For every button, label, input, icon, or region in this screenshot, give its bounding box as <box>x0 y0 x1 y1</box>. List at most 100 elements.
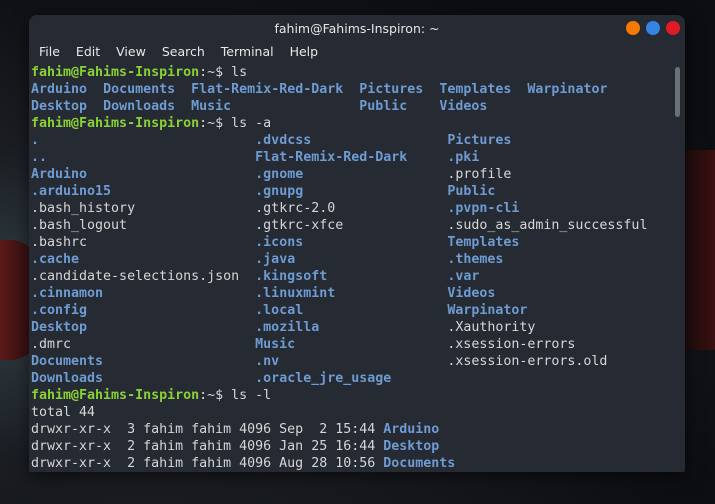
terminal-line: .dmrc Music .xsession-errors <box>31 336 671 353</box>
directory-name: Videos <box>439 99 488 114</box>
directory-name: Arduino <box>31 82 88 97</box>
terminal-line: fahim@Fahims-Inspiron:~$ ls -l <box>31 387 671 404</box>
directory-name: .cinnamon <box>31 286 104 301</box>
output-text: :~$ ls <box>199 65 248 80</box>
terminal-line: Desktop Downloads Music Public Videos <box>31 98 671 115</box>
output-text: total 44 <box>31 405 96 420</box>
menu-file[interactable]: File <box>38 41 68 62</box>
directory-name: .gnupg <box>255 184 304 199</box>
directory-name: Public <box>447 184 496 199</box>
terminal-line: .. Flat-Remix-Red-Dark .pki <box>31 149 671 166</box>
directory-name: Pictures <box>359 82 424 97</box>
prompt: fahim@Fahims-Inspiron <box>31 116 200 131</box>
output-text: .xsession-errors <box>447 337 576 352</box>
terminal-line: fahim@Fahims-Inspiron:~$ ls -a <box>31 115 671 132</box>
terminal-line: . .dvdcss Pictures <box>31 132 671 149</box>
terminal-line: Downloads .oracle_jre_usage <box>31 370 671 387</box>
directory-name: .icons <box>255 235 304 250</box>
close-button[interactable] <box>666 21 680 35</box>
terminal-line: total 44 <box>31 404 671 421</box>
menu-terminal[interactable]: Terminal <box>220 41 282 62</box>
output-text: :~$ ls -a <box>199 116 272 131</box>
directory-name: .dvdcss <box>255 133 312 148</box>
directory-name: .var <box>447 269 480 284</box>
terminal-line: .bash_logout .gtkrc-xfce .sudo_as_admin_… <box>31 217 671 234</box>
directory-name: Warpinator <box>527 82 608 97</box>
output-text: .profile <box>447 167 512 182</box>
directory-name: Videos <box>447 286 496 301</box>
directory-name: .themes <box>447 252 504 267</box>
terminal-line: .candidate-selections.json .kingsoft .va… <box>31 268 671 285</box>
terminal-output[interactable]: fahim@Fahims-Inspiron:~$ ls Arduino Docum… <box>31 64 671 472</box>
terminal-line: .bash_history .gtkrc-2.0 .pvpn-cli <box>31 200 671 217</box>
terminal-line: .cache .java .themes <box>31 251 671 268</box>
output-text: .Xauthority <box>447 320 536 335</box>
directory-name: .gnome <box>255 167 304 182</box>
directory-name: .kingsoft <box>255 269 328 284</box>
output-text: .candidate-selections.json <box>31 269 240 284</box>
directory-name: Flat-Remix-Red-Dark <box>191 82 344 97</box>
window-title: fahim@Fahims-Inspiron: ~ <box>274 21 440 36</box>
output-text: .gtkrc-2.0 <box>255 201 336 216</box>
maximize-button[interactable] <box>646 21 660 35</box>
wallpaper-car-right <box>680 150 715 350</box>
directory-name: Music <box>255 337 296 352</box>
scrollbar[interactable] <box>675 67 680 117</box>
terminal-line: Desktop .mozilla .Xauthority <box>31 319 671 336</box>
output-text: .bash_history <box>31 201 136 216</box>
menu-bar: File Edit View Search Terminal Help <box>29 41 685 62</box>
directory-name: Arduino <box>383 422 440 437</box>
directory-name: .java <box>255 252 296 267</box>
menu-help[interactable]: Help <box>289 41 327 62</box>
terminal-line: .config .local Warpinator <box>31 302 671 319</box>
directory-name: Desktop <box>31 99 88 114</box>
terminal-line: .arduino15 .gnupg Public <box>31 183 671 200</box>
menu-search[interactable]: Search <box>161 41 213 62</box>
directory-name: Desktop <box>31 320 88 335</box>
directory-name: .pki <box>447 150 480 165</box>
output-text: .dmrc <box>31 337 72 352</box>
menu-edit[interactable]: Edit <box>75 41 108 62</box>
minimize-button[interactable] <box>626 21 640 35</box>
directory-name: Warpinator <box>447 303 528 318</box>
directory-name: Documents <box>103 82 176 97</box>
output-text: .gtkrc-xfce <box>255 218 344 233</box>
output-text: .sudo_as_admin_successful <box>447 218 648 233</box>
directory-name: Flat-Remix-Red-Dark <box>255 150 408 165</box>
output-text: .xsession-errors.old <box>447 354 608 369</box>
menu-view[interactable]: View <box>115 41 154 62</box>
output-text: .bash_logout <box>31 218 128 233</box>
title-bar[interactable]: fahim@Fahims-Inspiron: ~ <box>29 15 685 41</box>
terminal-line: Arduino Documents Flat-Remix-Red-Dark Pi… <box>31 81 671 98</box>
directory-name: .. <box>31 150 48 165</box>
terminal-window: fahim@Fahims-Inspiron: ~ File Edit View … <box>29 15 685 472</box>
directory-name: Pictures <box>447 133 512 148</box>
terminal-line: drwxr-xr-x 2 fahim fahim 4096 Jan 25 16:… <box>31 438 671 455</box>
output-text: drwxr-xr-x 2 fahim fahim 4096 Jan 25 16:… <box>31 439 384 454</box>
terminal-line: Arduino .gnome .profile <box>31 166 671 183</box>
terminal-line: fahim@Fahims-Inspiron:~$ ls <box>31 64 671 81</box>
